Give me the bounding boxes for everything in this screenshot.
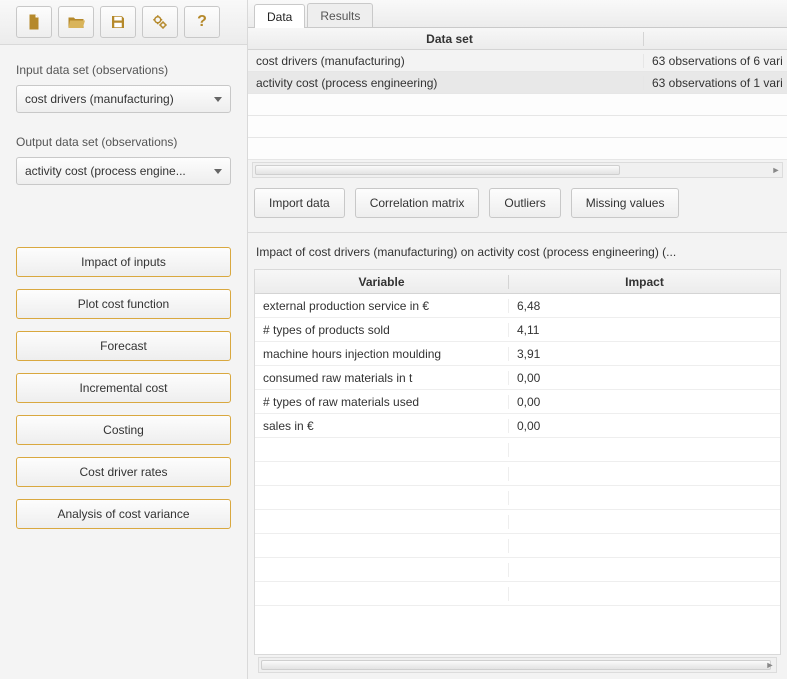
impact-row: .. [255, 558, 780, 582]
dataset-info-cell: 63 observations of 1 vari [644, 76, 787, 90]
output-dataset-label: Output data set (observations) [16, 135, 231, 149]
tab-results[interactable]: Results [307, 3, 373, 27]
impact-row[interactable]: external production service in €6,48 [255, 294, 780, 318]
dataset-hscrollbar[interactable]: ◄ ► [252, 162, 783, 178]
scroll-right-icon[interactable]: ► [769, 163, 783, 177]
impact-header-variable[interactable]: Variable [255, 275, 509, 289]
impact-row: .. [255, 438, 780, 462]
chevron-down-icon [214, 169, 222, 174]
dataset-row [248, 138, 787, 160]
plot-cost-function-button[interactable]: Plot cost function [16, 289, 231, 319]
impact-row[interactable]: machine hours injection moulding3,91 [255, 342, 780, 366]
tab-data[interactable]: Data [254, 4, 305, 28]
correlation-matrix-button[interactable]: Correlation matrix [355, 188, 480, 218]
folder-open-icon [67, 13, 85, 31]
help-icon: ? [197, 13, 207, 31]
impact-header-impact[interactable]: Impact [509, 275, 780, 289]
impact-grid: Variable Impact external production serv… [254, 269, 781, 655]
help-button[interactable]: ? [184, 6, 220, 38]
impact-grid-body: external production service in €6,48 # t… [255, 294, 780, 654]
toolbar: ? [0, 0, 247, 45]
impact-title: Impact of cost drivers (manufacturing) o… [254, 239, 781, 269]
dataset-header-info[interactable] [644, 32, 787, 46]
dataset-name-cell: activity cost (process engineering) [248, 76, 644, 90]
scroll-thumb[interactable] [255, 165, 620, 175]
main-panel: Data Results Data set cost drivers (manu… [248, 0, 787, 679]
scroll-thumb[interactable] [261, 660, 771, 670]
dataset-row[interactable]: cost drivers (manufacturing) 63 observat… [248, 50, 787, 72]
dataset-info-cell: 63 observations of 6 vari [644, 54, 787, 68]
impact-pane: Impact of cost drivers (manufacturing) o… [248, 233, 787, 679]
dataset-buttons: Import data Correlation matrix Outliers … [248, 180, 787, 226]
import-data-button[interactable]: Import data [254, 188, 345, 218]
dataset-grid-header: Data set [248, 28, 787, 50]
outliers-button[interactable]: Outliers [489, 188, 560, 218]
settings-button[interactable] [142, 6, 178, 38]
forecast-button[interactable]: Forecast [16, 331, 231, 361]
impact-row[interactable]: # types of raw materials used0,00 [255, 390, 780, 414]
impact-row: .. [255, 486, 780, 510]
impact-row: .. [255, 510, 780, 534]
impact-grid-header: Variable Impact [255, 270, 780, 294]
tabs: Data Results [248, 0, 787, 28]
costing-button[interactable]: Costing [16, 415, 231, 445]
analysis-of-cost-variance-button[interactable]: Analysis of cost variance [16, 499, 231, 529]
gears-icon [151, 13, 169, 31]
impact-row: .. [255, 582, 780, 606]
dataset-name-cell: cost drivers (manufacturing) [248, 54, 644, 68]
input-dataset-dropdown[interactable]: cost drivers (manufacturing) [16, 85, 231, 113]
dataset-header-name[interactable]: Data set [248, 32, 644, 46]
impact-row[interactable]: # types of products sold4,11 [255, 318, 780, 342]
impact-row: .. [255, 534, 780, 558]
output-dataset-dropdown[interactable]: activity cost (process engine... [16, 157, 231, 185]
input-dataset-label: Input data set (observations) [16, 63, 231, 77]
file-icon [25, 13, 43, 31]
missing-values-button[interactable]: Missing values [571, 188, 680, 218]
dataset-row [248, 116, 787, 138]
sidebar: ? Input data set (observations) cost dri… [0, 0, 248, 679]
chevron-down-icon [214, 97, 222, 102]
impact-hscrollbar[interactable]: ◄ ► [258, 657, 777, 673]
incremental-cost-button[interactable]: Incremental cost [16, 373, 231, 403]
impact-of-inputs-button[interactable]: Impact of inputs [16, 247, 231, 277]
impact-row: .. [255, 462, 780, 486]
input-dataset-value: cost drivers (manufacturing) [25, 92, 174, 106]
dataset-row[interactable]: activity cost (process engineering) 63 o… [248, 72, 787, 94]
cost-driver-rates-button[interactable]: Cost driver rates [16, 457, 231, 487]
save-button[interactable] [100, 6, 136, 38]
scroll-right-icon[interactable]: ► [763, 658, 777, 672]
save-icon [109, 13, 127, 31]
impact-row[interactable]: consumed raw materials in t0,00 [255, 366, 780, 390]
dataset-pane: Data set cost drivers (manufacturing) 63… [248, 28, 787, 233]
dataset-row [248, 94, 787, 116]
impact-row[interactable]: sales in €0,00 [255, 414, 780, 438]
new-file-button[interactable] [16, 6, 52, 38]
open-button[interactable] [58, 6, 94, 38]
output-dataset-value: activity cost (process engine... [25, 164, 186, 178]
